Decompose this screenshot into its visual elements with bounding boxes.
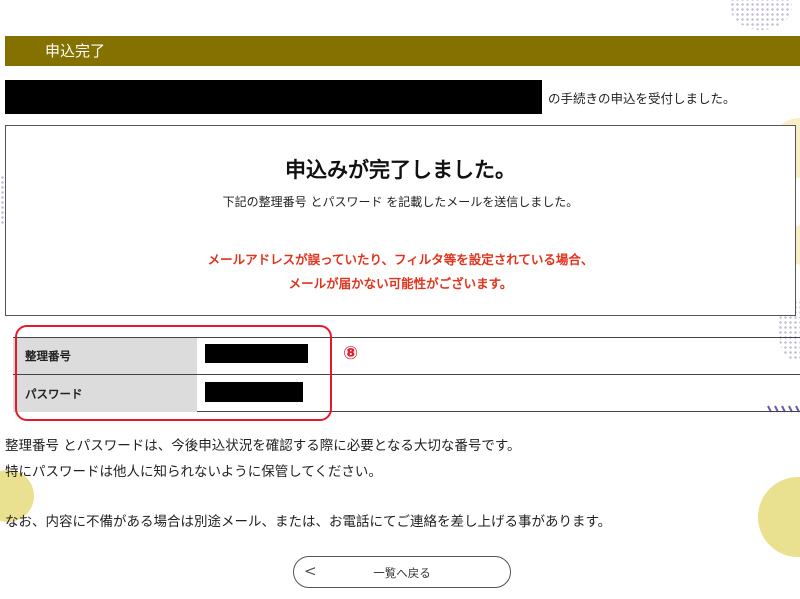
redacted-procedure-name: [5, 80, 542, 114]
page: 申込完了 の手続きの申込を受付しました。 申込みが完了しました。 下記の整理番号…: [0, 0, 800, 599]
accept-message: の手続きの申込を受付しました。: [548, 91, 736, 106]
back-to-list-button[interactable]: < 一覧へ戻る: [293, 556, 511, 588]
note-line-3: なお、内容に不備がある場合は別途メール、または、お電話にてご連絡を差し上げる事が…: [5, 514, 612, 530]
decorative-dots: [730, 0, 792, 30]
back-button-label: 一覧へ戻る: [373, 566, 431, 580]
warning-text-line2: メールが届かない可能性がございます。: [288, 276, 513, 291]
completion-subtitle: 下記の整理番号 とパスワード を記載したメールを送信しました。: [222, 195, 579, 209]
page-header: 申込完了: [5, 36, 800, 66]
page-title: 申込完了: [45, 42, 106, 60]
completion-title: 申込みが完了しました。: [285, 158, 516, 182]
decorative-circle: [758, 477, 800, 557]
annotation-number: ⑧: [343, 343, 359, 364]
note-line-2: 特にパスワードは他人に知られないように保管してください。: [5, 464, 382, 480]
warning-text-line1: メールアドレスが誤っていたり、フィルタ等を設定されている場合、: [207, 252, 594, 267]
completion-message-box: 申込みが完了しました。 下記の整理番号 とパスワード を記載したメールを送信しま…: [5, 125, 796, 316]
annotation-outline: [15, 325, 332, 421]
note-line-1: 整理番号 とパスワードは、今後申込状況を確認する際に必要となる大切な番号です。: [5, 438, 521, 454]
